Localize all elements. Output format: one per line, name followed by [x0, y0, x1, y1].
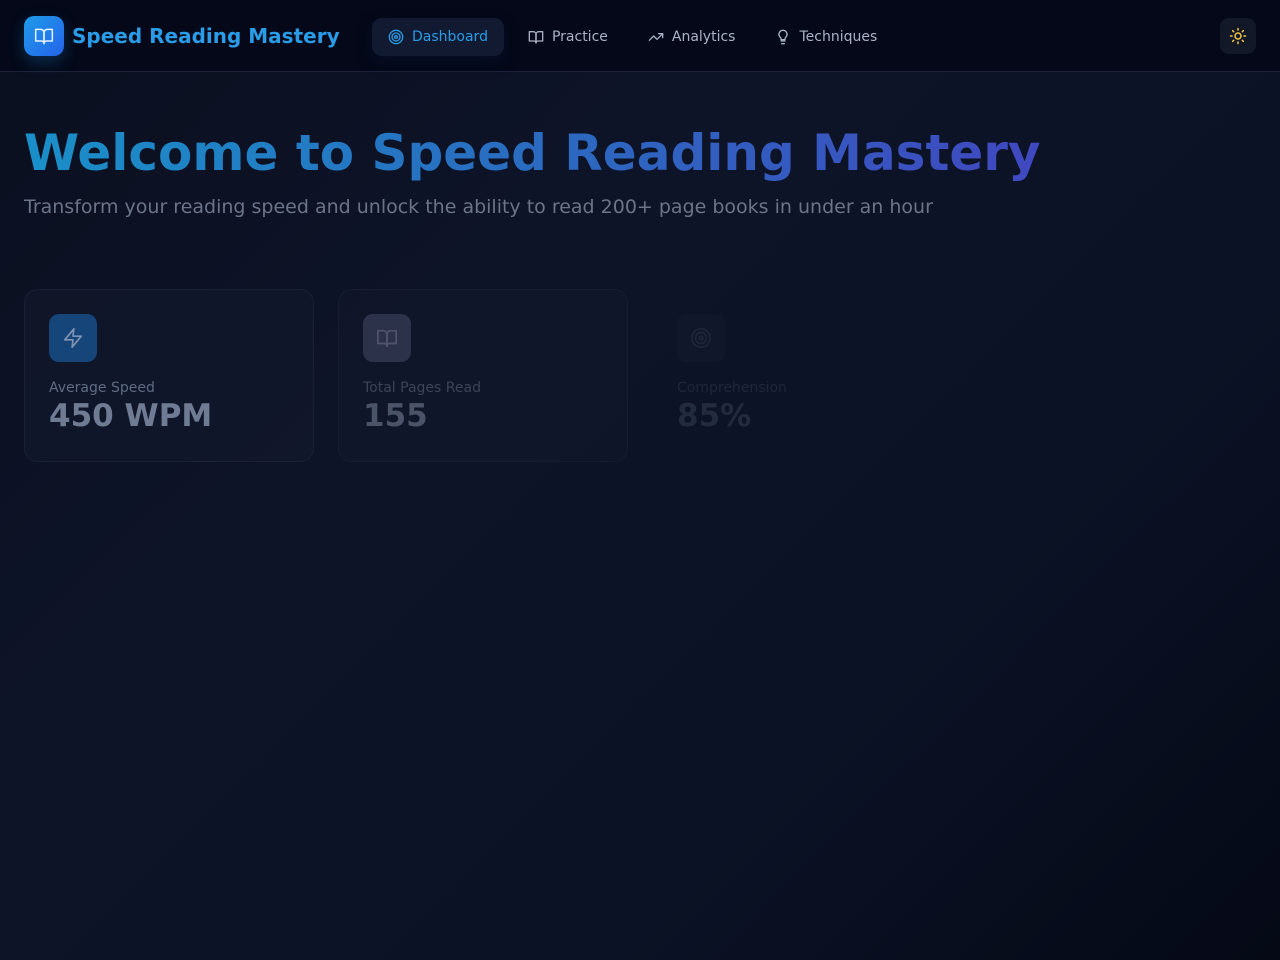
lightbulb-icon	[778, 29, 789, 45]
nav-item-analytics[interactable]: Analytics	[632, 18, 752, 56]
stat-label: Average Speed	[49, 380, 155, 396]
target-icon	[677, 314, 725, 362]
main-nav: Dashboard Practice Analytics Techniques	[372, 18, 901, 56]
stat-card-average-speed: Average Speed 450 WPM	[24, 289, 314, 462]
nav-item-practice[interactable]: Practice	[512, 18, 624, 56]
book-icon	[528, 31, 544, 44]
stat-label: Comprehension	[677, 380, 787, 396]
book-icon	[363, 314, 411, 362]
lightning-icon	[49, 314, 97, 362]
nav-item-label: Dashboard	[412, 29, 488, 45]
top-navigation-bar: Speed Reading Mastery Dashboard Practice…	[0, 0, 1280, 72]
stat-card-comprehension: Comprehension 85%	[652, 289, 942, 462]
stat-value: 155	[363, 398, 428, 434]
target-icon	[388, 29, 404, 45]
app-title: Speed Reading Mastery	[72, 24, 340, 48]
sun-icon	[1229, 27, 1247, 45]
stat-value: 85%	[677, 398, 752, 434]
stat-label: Total Pages Read	[363, 380, 481, 396]
nav-item-techniques[interactable]: Techniques	[759, 18, 893, 56]
nav-item-dashboard[interactable]: Dashboard	[372, 18, 504, 56]
stat-value: 450 WPM	[49, 398, 213, 434]
nav-item-label: Practice	[551, 29, 608, 45]
brand[interactable]: Speed Reading Mastery	[24, 16, 340, 56]
nav-item-label: Analytics	[671, 29, 736, 45]
nav-item-label: Techniques	[799, 29, 878, 45]
page-title: Welcome to Speed Reading Mastery	[24, 124, 1041, 182]
trending-up-icon	[648, 33, 664, 41]
page-subtitle: Transform your reading speed and unlock …	[24, 196, 933, 218]
open-book-icon	[24, 16, 64, 56]
theme-toggle-button[interactable]	[1220, 18, 1256, 54]
stat-card-total-pages: Total Pages Read 155	[338, 289, 628, 462]
